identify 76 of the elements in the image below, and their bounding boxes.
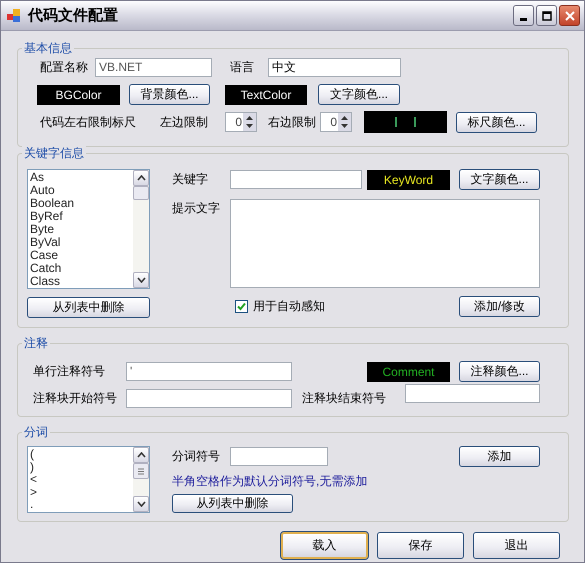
dialog-button[interactable]: 载入 — [281, 532, 368, 559]
list-item[interactable]: Auto — [30, 184, 131, 197]
number-spinner[interactable]: 0 — [225, 112, 257, 132]
single-line-comment-field[interactable]: ' — [126, 362, 292, 381]
background-color-button[interactable]: 背景颜色... — [129, 84, 210, 105]
window-title: 代码文件配置 — [28, 6, 118, 25]
number-spinner[interactable]: 0 — [320, 112, 352, 132]
field-label: 单行注释符号 — [33, 363, 106, 380]
list-item[interactable]: ( — [30, 448, 131, 460]
color-preview: BGColor — [37, 84, 120, 104]
block-end-field[interactable] — [405, 384, 540, 403]
color-preview: TextColor — [225, 84, 307, 104]
field-label: 注释块开始符号 — [33, 390, 118, 407]
field-label: 左边限制 — [160, 114, 209, 130]
text-color-button[interactable]: 文字颜色... — [318, 84, 400, 105]
field-label: 分词符号 — [172, 448, 221, 465]
minimize-button[interactable] — [513, 5, 534, 26]
group-title: 注释 — [22, 336, 50, 350]
block-start-field[interactable] — [126, 389, 292, 408]
dialog-button[interactable]: 退出 — [473, 532, 560, 559]
name-field[interactable]: VB.NET — [95, 58, 212, 77]
field-label: 关键字 — [172, 171, 209, 188]
hint-text: 半角空格作为默认分词符号,无需添加 — [172, 473, 368, 490]
text-color-button[interactable]: 文字颜色... — [459, 169, 540, 190]
autocomplete-checkbox[interactable]: 用于自动感知 — [235, 298, 325, 315]
list-item[interactable]: > — [30, 486, 131, 498]
grip-icon — [137, 468, 145, 474]
delete-from-list-button[interactable]: 从列表中删除 — [172, 494, 293, 513]
list-item[interactable]: Byte — [30, 223, 131, 236]
maximize-icon — [542, 10, 552, 20]
group-title: 基本信息 — [22, 41, 74, 55]
delete-from-list-button[interactable]: 从列表中删除 — [27, 297, 150, 318]
maximize-button[interactable] — [536, 5, 557, 26]
list-item[interactable]: < — [30, 473, 131, 486]
list-item[interactable]: Class — [30, 275, 131, 288]
field-label: 代码左右限制标尺 — [40, 114, 137, 130]
language-field[interactable]: 中文 — [268, 58, 401, 77]
close-icon — [564, 10, 574, 20]
scrollbar-thumb[interactable] — [133, 186, 149, 200]
list-item[interactable]: ) — [30, 460, 131, 473]
add-modify-button[interactable]: 添加/修改 — [459, 296, 540, 317]
scroll-up-icon[interactable] — [136, 452, 146, 458]
app-icon — [7, 8, 21, 22]
scroll-up-icon[interactable] — [136, 175, 146, 181]
separator-field[interactable] — [230, 447, 328, 466]
group-title: 关键字信息 — [22, 146, 86, 160]
list-item[interactable]: Case — [30, 249, 131, 262]
group-title: 分词 — [22, 425, 50, 439]
field-label: 配置名称 — [40, 59, 89, 76]
ruler-color-button[interactable]: 标尺颜色... — [456, 112, 537, 132]
field-label: 提示文字 — [172, 200, 221, 217]
list-item[interactable]: Boolean — [30, 197, 131, 210]
dialog-button[interactable]: 保存 — [377, 532, 464, 559]
field-label: 注释块结束符号 — [302, 390, 387, 407]
field-label: 右边限制 — [268, 114, 317, 130]
list-item[interactable]: . — [30, 498, 131, 510]
scroll-down-icon[interactable] — [136, 277, 146, 283]
list-item[interactable]: ByRef — [30, 210, 131, 223]
scroll-down-icon[interactable] — [136, 501, 146, 507]
color-preview: KeyWord — [367, 170, 450, 190]
close-button[interactable] — [559, 5, 580, 26]
list-item[interactable]: ByVal — [30, 236, 131, 249]
keyword-field[interactable] — [230, 170, 362, 189]
scrollbar[interactable] — [133, 170, 149, 288]
scrollbar-thumb[interactable] — [133, 463, 149, 479]
minimize-icon — [520, 18, 527, 20]
color-preview: Comment — [367, 362, 450, 382]
field-label: 语言 — [230, 59, 255, 76]
list-item[interactable]: As — [30, 171, 131, 184]
checkbox-icon — [235, 300, 248, 313]
separator-list[interactable]: ( ) < > . — [27, 446, 150, 513]
comment-color-button[interactable]: 注释颜色... — [459, 361, 540, 382]
scrollbar[interactable] — [133, 447, 149, 512]
list-item[interactable]: Catch — [30, 262, 131, 275]
keyword-list[interactable]: As Auto Boolean ByRef Byte ByVal Case Catch Class — [27, 169, 150, 289]
add-button[interactable]: 添加 — [459, 446, 540, 467]
